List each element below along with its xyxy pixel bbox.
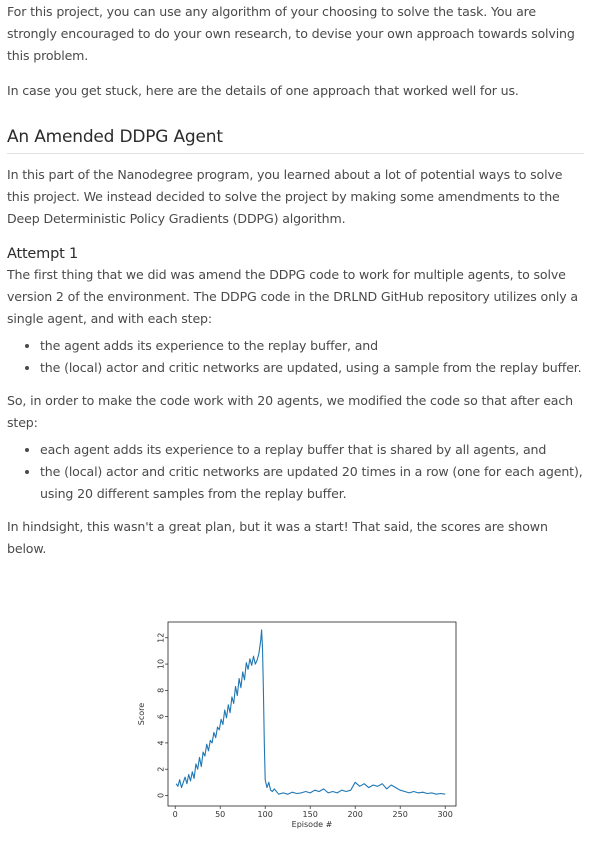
x-tick-label: 250 [393, 810, 408, 819]
x-axis-label: Episode # [292, 820, 333, 829]
list-item: the (local) actor and critic networks ar… [40, 357, 584, 379]
attempt-heading: Attempt 1 [7, 246, 79, 262]
y-tick-label: 12 [157, 633, 166, 643]
y-tick-label: 10 [157, 659, 166, 669]
axis-ticks: 0 50 100 150 200 250 300 0 2 4 6 8 10 12 [157, 633, 453, 819]
x-tick-label: 100 [258, 810, 273, 819]
section-heading: An Amended DDPG Agent [7, 127, 584, 154]
score-chart-svg: 0 50 100 150 200 250 300 0 2 4 6 8 10 12 Episode # Sc… [137, 621, 457, 829]
y-tick-label: 0 [157, 793, 166, 798]
list-item: each agent adds its experience to a repl… [40, 439, 584, 461]
list-item: the (local) actor and critic networks ar… [40, 461, 584, 505]
attempt-paragraph-1: The first thing that we did was amend th… [7, 267, 578, 326]
y-tick-label: 6 [157, 714, 166, 719]
attempt-list-2: each agent adds its experience to a repl… [7, 439, 584, 505]
score-chart: 0 50 100 150 200 250 300 0 2 4 6 8 10 12 Episode # Sc… [130, 610, 470, 845]
section-paragraph: In this part of the Nanodegree program, … [7, 167, 563, 226]
page: For this project, you can use any algori… [0, 0, 591, 853]
y-axis-label: Score [137, 703, 146, 725]
x-tick-label: 150 [303, 810, 318, 819]
x-tick-label: 0 [173, 810, 178, 819]
x-tick-label: 200 [348, 810, 363, 819]
y-tick-label: 4 [157, 740, 166, 745]
plot-frame [167, 621, 457, 807]
list-item: the agent adds its experience to the rep… [40, 335, 584, 357]
attempt-paragraph-2: So, in order to make the code work with … [7, 393, 573, 430]
attempt-paragraph-3: In hindsight, this wasn't a great plan, … [7, 519, 548, 556]
intro-stuck-paragraph: In case you get stuck, here are the deta… [7, 83, 519, 98]
x-tick-label: 300 [438, 810, 453, 819]
score-series-line [175, 629, 446, 795]
attempt-list-1: the agent adds its experience to the rep… [7, 335, 584, 379]
y-tick-label: 8 [157, 688, 166, 693]
x-tick-label: 50 [215, 810, 225, 819]
intro-paragraph: For this project, you can use any algori… [7, 4, 575, 63]
y-tick-label: 2 [157, 767, 166, 772]
